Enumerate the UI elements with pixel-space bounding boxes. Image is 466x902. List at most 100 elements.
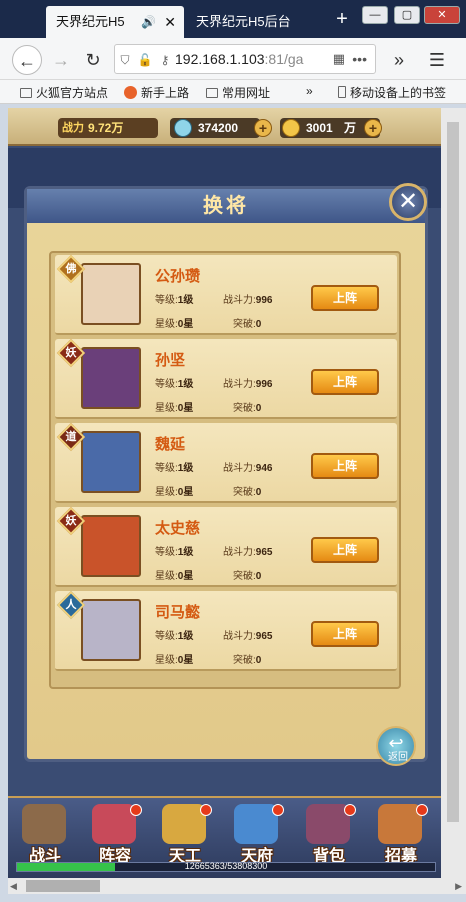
star-stat: 星级:0星 — [155, 487, 194, 498]
deploy-button[interactable]: 上阵 — [311, 537, 379, 563]
general-name: 孙坚 — [155, 352, 186, 369]
gold-coin-icon — [282, 119, 300, 137]
horizontal-scroll-thumb[interactable] — [26, 880, 100, 892]
level-stat: 等级:1级 — [155, 547, 194, 558]
scroll-left-icon[interactable]: ◀ — [10, 881, 17, 892]
tab-admin[interactable]: 天界纪元H5后台 — [186, 6, 326, 38]
deploy-button[interactable]: 上阵 — [311, 369, 379, 395]
bookmarks-bar: 火狐官方站点 新手上路 常用网址 » 移动设备上的书签 — [0, 80, 466, 104]
general-list: 佛 公孙瓒 等级:1级 战斗力:996 星级:0星 突破:0 上阵 妖 孙坚 等… — [49, 251, 401, 689]
combat-power-label: 战力 — [62, 122, 84, 134]
general-portrait[interactable] — [81, 431, 141, 493]
jade-counter: 374200 — [170, 118, 260, 138]
notification-dot — [200, 804, 212, 816]
combat-power-value: 9.72万 — [88, 121, 124, 135]
combat-stat: 战斗力:965 — [223, 547, 273, 558]
close-tab-icon[interactable]: ✕ — [164, 6, 176, 38]
bottom-nav: 战斗 阵容 天工 天府 背包 招募 12665363/53808300 — [8, 796, 441, 878]
exp-bar: 12665363/53808300 — [16, 861, 436, 872]
bookmark-getting-started[interactable]: 新手上路 — [124, 84, 189, 101]
key-icon[interactable]: ⚷ — [155, 46, 175, 73]
url-path: :81/ga — [264, 51, 304, 67]
star-stat: 星级:0星 — [155, 571, 194, 582]
deploy-button[interactable]: 上阵 — [311, 453, 379, 479]
forward-button[interactable]: → — [46, 45, 76, 75]
new-tab-button[interactable]: + — [330, 8, 354, 31]
crossed-swords-icon — [22, 804, 66, 844]
jade-icon — [174, 119, 192, 137]
phone-icon — [338, 86, 346, 98]
exp-text: 12665363/53808300 — [184, 861, 268, 871]
star-stat: 星级:0星 — [155, 655, 194, 666]
breakthrough-stat: 突破:0 — [233, 319, 262, 330]
level-stat: 等级:1级 — [155, 379, 194, 390]
breakthrough-stat: 突破:0 — [233, 487, 262, 498]
general-name: 魏延 — [155, 436, 186, 453]
nav-forge[interactable]: 天工 — [154, 804, 216, 865]
general-row: 妖 太史慈 等级:1级 战斗力:965 星级:0星 突破:0 上阵 — [55, 506, 397, 587]
return-button[interactable]: ↩ 返回 — [376, 726, 416, 766]
folder-icon — [20, 88, 32, 98]
notification-dot — [272, 804, 284, 816]
horizontal-scrollbar[interactable]: ◀ ▶ — [8, 878, 466, 894]
general-portrait[interactable] — [81, 347, 141, 409]
game-canvas: 战力 9.72万 374200 + 3001 万 + 换将 ✕ 佛 公孙瓒 等级… — [8, 108, 441, 878]
breakthrough-stat: 突破:0 — [233, 403, 262, 414]
return-label: 返回 — [388, 752, 408, 763]
level-stat: 等级:1级 — [155, 631, 194, 642]
bookmark-mobile[interactable]: 移动设备上的书签 — [338, 84, 446, 101]
jade-value: 374200 — [198, 121, 239, 135]
vertical-scrollbar[interactable] — [441, 108, 466, 878]
combat-stat: 战斗力:965 — [223, 631, 273, 642]
nav-recruit[interactable]: 招募 — [370, 804, 432, 865]
combat-stat: 战斗力:996 — [223, 379, 273, 390]
nav-lineup[interactable]: 阵容 — [84, 804, 146, 865]
back-button[interactable]: ← — [12, 45, 42, 75]
add-gold-button[interactable]: + — [364, 119, 382, 137]
close-window-button[interactable]: ✕ — [424, 6, 460, 24]
minimize-button[interactable]: — — [362, 6, 388, 24]
add-jade-button[interactable]: + — [254, 119, 272, 137]
maximize-button[interactable]: ▢ — [394, 6, 420, 24]
overflow-icon[interactable]: » — [384, 45, 414, 75]
combat-power: 战力 9.72万 — [58, 118, 158, 138]
resource-bar: 战力 9.72万 374200 + 3001 万 + — [8, 108, 441, 146]
general-row: 道 魏延 等级:1级 战斗力:946 星级:0星 突破:0 上阵 — [55, 422, 397, 503]
combat-stat: 战斗力:996 — [223, 295, 273, 306]
nav-mansion[interactable]: 天府 — [226, 804, 288, 865]
menu-icon[interactable]: ☰ — [422, 45, 452, 75]
nav-bag[interactable]: 背包 — [298, 804, 360, 865]
general-portrait[interactable] — [81, 515, 141, 577]
url-bar[interactable]: ⛉ 🔓 ⚷ 192.168.1.103:81/ga ▦ ••• — [114, 44, 376, 74]
star-stat: 星级:0星 — [155, 319, 194, 330]
panel-title: 换将 — [27, 189, 425, 223]
insecure-lock-icon[interactable]: 🔓 — [135, 46, 155, 73]
folder-icon — [206, 88, 218, 98]
notification-dot — [130, 804, 142, 816]
bookmark-common-sites[interactable]: 常用网址 — [206, 84, 270, 101]
general-portrait[interactable] — [81, 599, 141, 661]
qr-code-icon[interactable]: ▦ — [333, 45, 345, 73]
speaker-icon[interactable]: 🔊 — [141, 6, 156, 38]
bookmark-firefox-site[interactable]: 火狐官方站点 — [20, 84, 108, 101]
bookmarks-overflow[interactable]: » — [306, 84, 313, 98]
page-actions-icon[interactable]: ••• — [352, 45, 367, 73]
tab-game[interactable]: 天界纪元H5 🔊 ✕ — [46, 6, 184, 38]
reload-button[interactable]: ↻ — [78, 45, 108, 75]
level-stat: 等级:1级 — [155, 295, 194, 306]
shield-icon[interactable]: ⛉ — [115, 46, 135, 73]
close-panel-button[interactable]: ✕ — [389, 183, 427, 221]
deploy-button[interactable]: 上阵 — [311, 285, 379, 311]
vertical-scroll-thumb[interactable] — [447, 122, 459, 822]
breakthrough-stat: 突破:0 — [233, 655, 262, 666]
general-name: 司马懿 — [155, 604, 201, 621]
deploy-button[interactable]: 上阵 — [311, 621, 379, 647]
notification-dot — [344, 804, 356, 816]
general-row: 人 司马懿 等级:1级 战斗力:965 星级:0星 突破:0 上阵 — [55, 590, 397, 671]
star-stat: 星级:0星 — [155, 403, 194, 414]
nav-battle[interactable]: 战斗 — [14, 804, 76, 865]
general-portrait[interactable] — [81, 263, 141, 325]
tab-label: 天界纪元H5后台 — [196, 14, 291, 29]
gold-unit: 万 — [344, 121, 357, 135]
scroll-right-icon[interactable]: ▶ — [455, 881, 462, 892]
